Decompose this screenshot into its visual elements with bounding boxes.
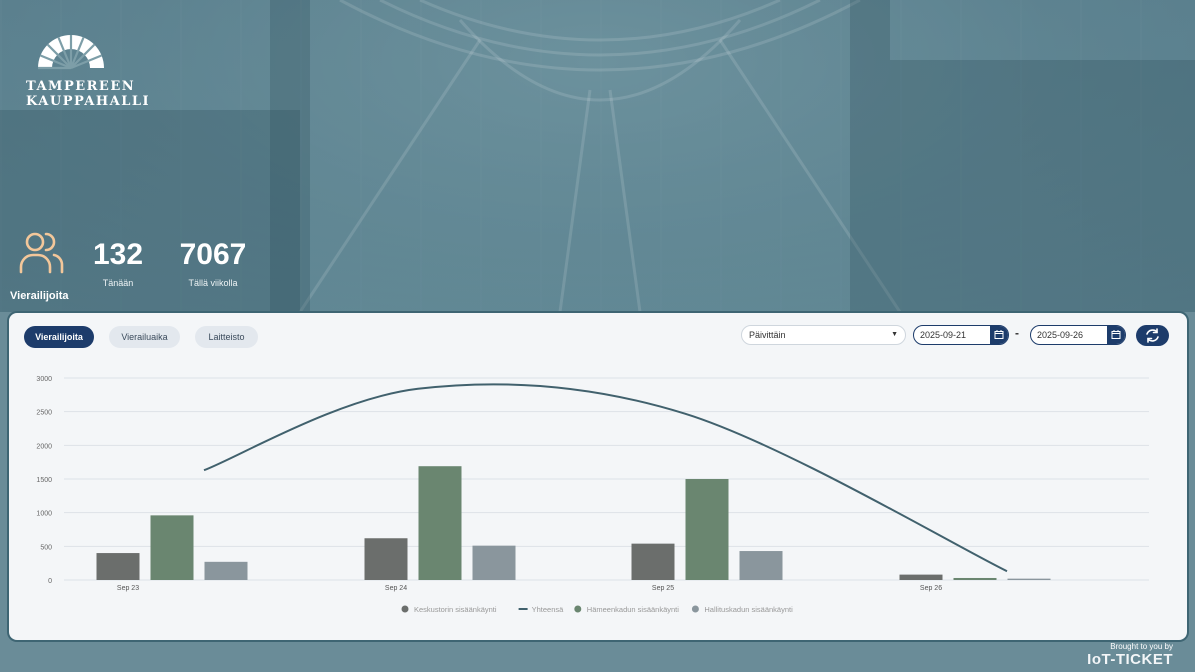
legend-label: Hämeenkadun sisäänkäynti (587, 605, 679, 614)
bar (472, 545, 516, 580)
y-tick-label: 0 (48, 578, 52, 585)
legend-label: Yhteensä (532, 605, 565, 614)
bar (418, 466, 462, 580)
y-tick-label: 1000 (36, 511, 52, 518)
bar (204, 561, 248, 580)
logo-line-1: TAMPEREEN (26, 79, 136, 94)
visitors-label: Vierailijoita (10, 290, 69, 302)
legend-label: Keskustorin sisäänkäynti (414, 605, 497, 614)
y-tick-label: 2500 (36, 410, 52, 417)
bar (685, 479, 729, 580)
week-value: 7067 (179, 238, 247, 271)
logo-line-2: KAUPPAHALLI (26, 94, 151, 109)
chart-panel: Vierailijoita Vierailuaika Laitteisto Pä… (9, 313, 1187, 640)
kauppahalli-logo[interactable]: TAMPEREEN KAUPPAHALLI (26, 26, 151, 109)
iot-ticket-logo[interactable]: IoT-TICKET (1087, 651, 1173, 668)
x-tick-label: Sep 25 (652, 585, 674, 592)
legend-marker (401, 605, 409, 613)
y-tick-label: 3000 (36, 376, 52, 383)
brought-to-you-label: Brought to you by (1110, 642, 1173, 651)
bar (1007, 578, 1051, 580)
legend-marker (574, 605, 582, 613)
users-icon (18, 228, 64, 279)
bar (899, 574, 943, 580)
bar (631, 543, 675, 580)
x-tick-label: Sep 24 (385, 585, 407, 592)
bar (364, 538, 408, 580)
sunburst-logo-icon (38, 35, 104, 70)
today-stat: 132 Tänään (88, 238, 148, 288)
bar (96, 553, 140, 580)
total-line (203, 383, 1008, 573)
today-value: 132 (92, 238, 144, 271)
legend-marker (691, 605, 699, 613)
y-tick-label: 2000 (36, 443, 52, 450)
visitors-chart: 0 500 1000 1500 2000 2500 3000 Sep 23 Sep 24 Sep … (36, 376, 1149, 614)
y-tick-label: 500 (40, 544, 52, 551)
bar (953, 577, 997, 580)
week-stat: 7067 Tällä viikolla (174, 238, 252, 288)
today-label: Tänään (102, 278, 134, 288)
week-label: Tällä viikolla (188, 278, 238, 288)
x-tick-label: Sep 26 (920, 585, 942, 592)
bar (739, 551, 783, 580)
y-tick-label: 1500 (36, 477, 52, 484)
footer-credit: Brought to you by IoT-TICKET (1087, 642, 1173, 668)
bar (150, 515, 194, 580)
legend-label: Hallituskadun sisäänkäynti (704, 605, 793, 614)
x-tick-label: Sep 23 (117, 585, 139, 592)
